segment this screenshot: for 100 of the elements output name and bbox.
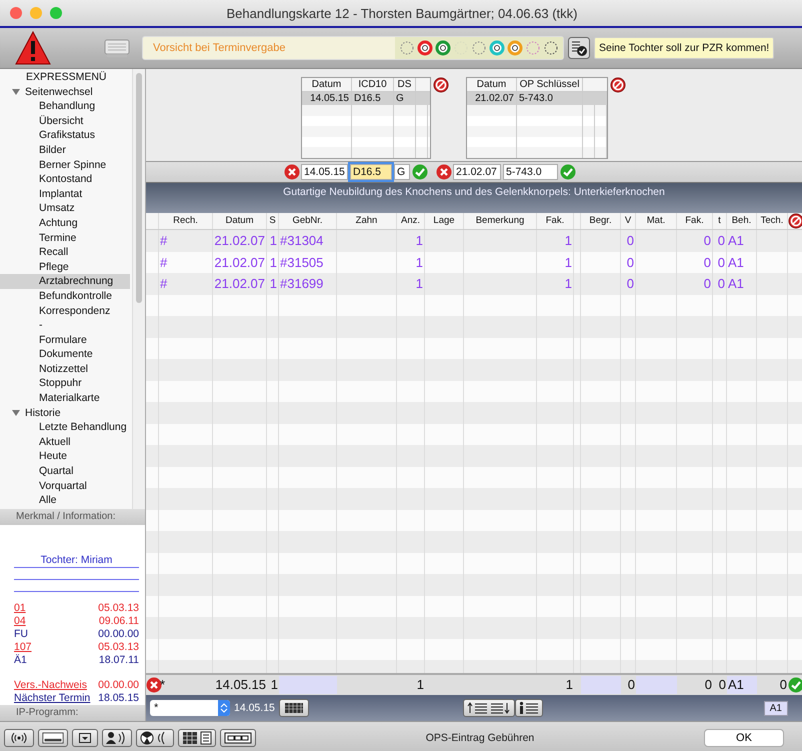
menu-item[interactable]: Dokumente xyxy=(0,347,130,362)
delete-icon[interactable] xyxy=(433,77,449,93)
delete-icon[interactable] xyxy=(610,77,626,93)
column-header[interactable]: t xyxy=(713,213,727,229)
status-circle-icon[interactable] xyxy=(543,40,559,56)
dropdown-button[interactable] xyxy=(72,728,98,746)
menu-item[interactable]: Termine xyxy=(0,230,130,246)
column-header[interactable]: Zahn xyxy=(337,213,397,229)
menu-item[interactable]: Grafikstatus xyxy=(0,128,130,143)
disclosure-triangle-icon[interactable] xyxy=(12,88,20,96)
menu-item[interactable]: Heute xyxy=(0,449,130,464)
table-row[interactable]: 14.05.15 D16.5 G xyxy=(302,92,430,105)
scrollbar-thumb[interactable] xyxy=(136,73,142,303)
menu-item[interactable]: Recall xyxy=(0,245,130,260)
column-header[interactable]: Fak. xyxy=(537,213,574,229)
column-header[interactable]: ICD10 xyxy=(352,78,394,91)
column-header[interactable]: GebNr. xyxy=(279,213,337,229)
menu-item[interactable]: Umsatz xyxy=(0,201,130,216)
info-link[interactable]: Nächster Termin xyxy=(14,692,90,705)
menu-item[interactable]: Kontostand xyxy=(0,172,130,187)
entry-cell-text: 14.05.15 xyxy=(214,676,267,694)
audio-button[interactable] xyxy=(102,728,132,746)
grid-button[interactable] xyxy=(178,728,216,746)
menu-group[interactable]: Seitenwechsel xyxy=(25,86,93,98)
entry-field[interactable]: A1 xyxy=(727,676,757,694)
info-date: 09.06.11 xyxy=(98,615,139,628)
signal-button[interactable] xyxy=(4,728,34,746)
column-header[interactable]: Datum xyxy=(302,78,352,91)
table-row[interactable]: 21.02.07 5-743.0 xyxy=(467,92,607,105)
warning-icon[interactable] xyxy=(14,30,52,66)
radiation-button[interactable] xyxy=(136,728,174,746)
menu-item[interactable]: Arztabrechnung xyxy=(0,274,130,289)
entry-field[interactable] xyxy=(636,676,677,694)
calendar-button[interactable] xyxy=(278,699,309,717)
input-field[interactable]: 5-743.0 xyxy=(503,164,558,180)
info-date: 05.03.13 xyxy=(98,602,139,615)
menu-item[interactable]: Pflege xyxy=(0,260,130,274)
menu-item[interactable]: Achtung xyxy=(0,216,130,231)
info-link[interactable]: Vers.-Nachweis xyxy=(14,679,87,692)
status-circle-icon[interactable] xyxy=(435,40,451,56)
confirm-icon[interactable] xyxy=(412,164,428,180)
column-header[interactable]: Beh. xyxy=(727,213,757,229)
status-circle-icon[interactable] xyxy=(507,40,523,56)
column-header[interactable]: V xyxy=(621,213,636,229)
menu-item[interactable]: Übersicht xyxy=(0,114,130,128)
menu-item[interactable]: Formulare xyxy=(0,332,130,348)
menu-item[interactable]: - xyxy=(0,318,130,333)
menu-item[interactable]: Stoppuhr xyxy=(0,376,130,392)
menu-item[interactable]: Alle xyxy=(0,493,130,508)
menu-item[interactable]: Berner Spinne xyxy=(0,158,130,172)
device-button[interactable] xyxy=(38,728,68,746)
cancel-icon[interactable] xyxy=(436,164,452,180)
status-circle-icon[interactable] xyxy=(489,40,505,56)
column-header[interactable]: OP Schlüssel xyxy=(517,78,583,91)
status-circle-icon[interactable] xyxy=(417,40,433,56)
input-field[interactable]: 21.02.07 xyxy=(453,164,501,180)
column-header[interactable]: Begr. xyxy=(581,213,621,229)
menu-item[interactable]: Implantat xyxy=(0,186,130,202)
disclosure-triangle-icon[interactable] xyxy=(12,408,20,417)
column-header[interactable]: Datum xyxy=(467,78,517,91)
cancel-icon[interactable] xyxy=(146,677,162,693)
menu-item[interactable]: Bilder xyxy=(0,142,130,158)
sort-button[interactable] xyxy=(462,699,515,717)
column-header[interactable]: Mat. xyxy=(636,213,677,229)
cancel-icon[interactable] xyxy=(284,164,300,180)
input-field[interactable]: 14.05.15 xyxy=(301,164,348,180)
note-field[interactable]: Seine Tochter soll zur PZR kommen! xyxy=(594,37,774,59)
menu-item[interactable]: Vorquartal xyxy=(0,478,130,494)
menu-item[interactable]: Letzte Behandlung xyxy=(0,420,130,435)
menu-item[interactable]: Befundkontrolle xyxy=(0,288,130,304)
input-field[interactable]: G xyxy=(394,164,410,180)
menu-item[interactable]: Quartal xyxy=(0,464,130,479)
panel-button[interactable] xyxy=(220,728,256,746)
column-header[interactable]: Anz. xyxy=(397,213,425,229)
column-header[interactable]: DS xyxy=(394,78,416,91)
menu-item[interactable]: Aktuell xyxy=(0,434,130,450)
entry-field[interactable] xyxy=(279,676,337,694)
menu-item[interactable]: Notizzettel xyxy=(0,362,130,376)
column-header[interactable]: Rech. xyxy=(159,213,213,229)
entry-field[interactable] xyxy=(581,676,621,694)
info-link[interactable]: 01 xyxy=(14,602,26,615)
info-link[interactable]: 107 xyxy=(14,641,32,654)
column-header[interactable]: Bemerkung xyxy=(464,213,537,229)
column-header[interactable]: Datum xyxy=(213,213,267,229)
delete-row-icon[interactable] xyxy=(788,213,802,229)
input-field[interactable]: D16.5 xyxy=(350,164,392,180)
menu-group[interactable]: Historie xyxy=(25,406,61,419)
dropdown[interactable]: * xyxy=(150,700,230,716)
checklist-icon[interactable] xyxy=(568,37,590,59)
menu-item[interactable]: Materialkarte xyxy=(0,391,130,406)
ok-button[interactable]: OK xyxy=(704,728,784,746)
column-header[interactable]: Fak. xyxy=(677,213,713,229)
confirm-icon[interactable] xyxy=(788,677,802,693)
info-button[interactable] xyxy=(514,699,543,717)
menu-item[interactable]: Korrespondenz xyxy=(0,304,130,318)
info-link[interactable]: 04 xyxy=(14,615,26,628)
menu-item[interactable]: Behandlung xyxy=(0,99,130,114)
confirm-icon[interactable] xyxy=(560,164,576,180)
column-header[interactable]: S xyxy=(267,213,279,229)
column-header[interactable]: Lage xyxy=(425,213,464,229)
